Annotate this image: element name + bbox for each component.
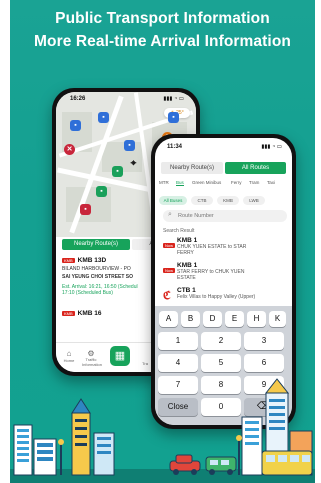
tab-nearby-routes[interactable]: Nearby Route(s) [161,162,223,174]
minibus-stop-icon[interactable]: ▪ [96,186,107,197]
bus-stop-icon[interactable]: ▪ [124,140,135,151]
minibus-stop-icon[interactable]: ▪ [112,166,123,177]
status-time: 11:34 [167,144,183,150]
mode-taxi[interactable]: Taxi [267,180,275,185]
key-k[interactable]: K [269,311,286,327]
key-e[interactable]: E [225,311,244,327]
result-item[interactable]: ℭ CTB 1 Felix Villas to Happy Valley (Up… [163,287,289,302]
taxi-stand-icon[interactable]: ▪ [80,204,91,215]
search-result-label: Search Result [163,228,195,234]
mode-bus[interactable]: Bus [176,180,184,186]
route-item[interactable]: KMB KMB 13D BILAND HARBOURVIEW - PO SAI Y… [62,257,138,296]
mode-mtr[interactable]: MTR [159,180,169,185]
nav-traffic-info[interactable]: ⚙ Traffic Information [82,349,102,367]
status-icons: ▮▮▮ ◔ ▭ [163,96,184,102]
search-placeholder: Route Number [178,213,214,219]
kmb-badge: KMB [62,311,75,317]
mode-green-minibus[interactable]: Green Minibus [192,180,221,185]
bus-stop-icon[interactable]: ▪ [98,112,109,123]
bus-stop-icon[interactable]: ▪ [70,120,81,131]
headline-line-1: Public Transport Information [55,10,270,27]
search-icon: ⌕ [168,211,172,218]
now-badge: Now [163,268,176,273]
chip-lwb[interactable]: LWB [243,196,265,205]
key-b[interactable]: B [181,311,200,327]
key-5[interactable]: 5 [201,354,241,372]
chip-kmb[interactable]: KMB [217,196,239,205]
promo-panel: Public Transport Information More Real-t… [10,0,315,483]
kmb-badge: KMB [62,258,75,264]
route-search-input[interactable]: ⌕ Route Number [163,210,287,222]
now-badge: Now [163,243,176,248]
chip-ctb[interactable]: CTB [191,196,213,205]
key-a[interactable]: A [159,311,178,327]
mode-ferry[interactable]: Ferry [231,180,242,185]
key-4[interactable]: 4 [158,354,198,372]
status-time: 16:26 [70,96,86,102]
headline-line-2: More Real-time Arrival Information [34,33,291,50]
key-d[interactable]: D [203,311,222,327]
result-item[interactable]: Now KMB 1 STAR FERRY to CHUK YUEN ESTATE [163,262,289,281]
key-6[interactable]: 6 [244,354,284,372]
nav-home[interactable]: ⌂ Home [60,349,78,363]
status-icons: ▮▮▮ ◔ ▭ [261,144,282,150]
operator-filter: All Buses CTB KMB LWB [159,196,291,206]
mtr-station-icon[interactable]: ✕ [64,144,75,155]
home-icon: ⌂ [66,349,72,358]
tab-all-routes[interactable]: All Routes [225,162,286,174]
result-item[interactable]: Now KMB 1 CHUK YUEN ESTATE to STAR FERRY [163,237,289,256]
ctb-logo-icon: ℭ [163,290,171,302]
key-1[interactable]: 1 [158,332,198,350]
city-skyline-illustration [10,378,315,483]
chip-all-buses[interactable]: All Buses [159,196,187,205]
key-2[interactable]: 2 [201,332,241,350]
grid-menu-button[interactable]: ▦ [110,346,130,366]
mode-tram[interactable]: Tram [249,180,259,185]
route-item[interactable]: KMB KMB 16 [62,310,102,317]
key-3[interactable]: 3 [244,332,284,350]
bus-stop-icon[interactable]: ▪ [168,112,179,123]
transport-mode-tabs: MTR Bus Green Minibus Ferry Tram Taxi [159,180,291,190]
crosshair-icon[interactable]: ⌖ [128,158,139,169]
key-h[interactable]: H [247,311,266,327]
tab-nearby-routes[interactable]: Nearby Route(s) [62,239,130,250]
